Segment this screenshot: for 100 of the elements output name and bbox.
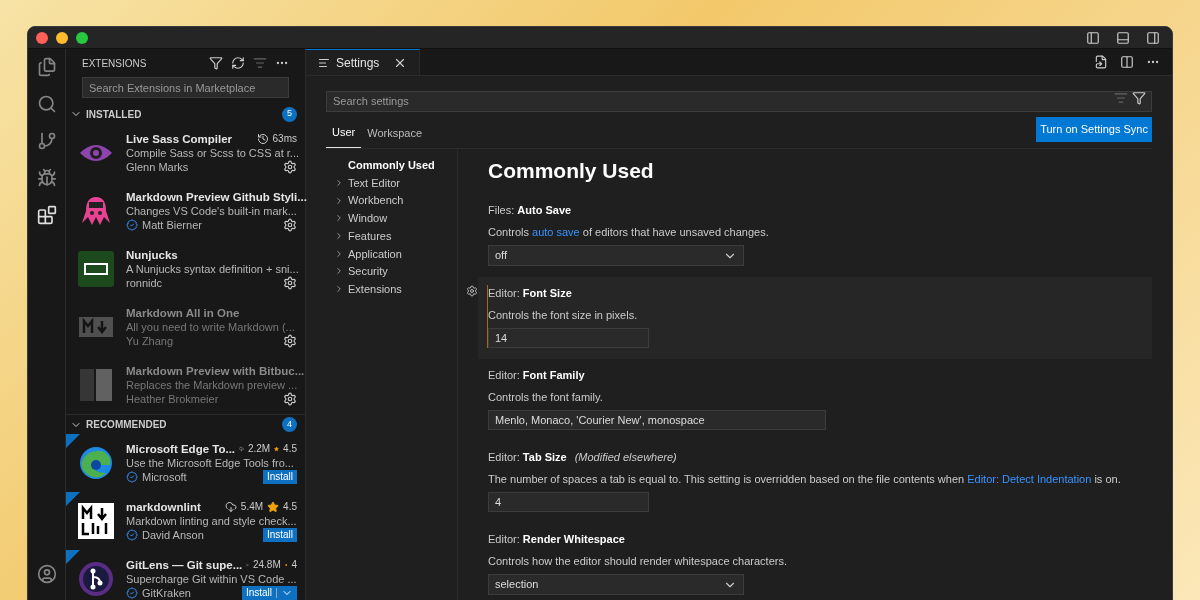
setting-link[interactable]: Editor: Detect Indentation — [967, 472, 1092, 485]
chevron-right-icon — [334, 178, 344, 189]
filter-icon[interactable] — [1132, 91, 1146, 105]
extension-name: markdownlint — [126, 500, 202, 514]
verified-badge-icon — [126, 587, 138, 599]
filter-icon[interactable] — [209, 56, 223, 70]
njk-logo-icon — [78, 251, 114, 287]
dropdown[interactable]: selection — [488, 574, 744, 595]
extension-author: David Anson — [142, 528, 205, 542]
chevron-right-icon — [334, 284, 344, 295]
text-field[interactable]: Menlo, Monaco, 'Courier New', monospace — [488, 410, 826, 430]
setting-description: Controls how the editor should render whitespace characters. — [488, 553, 788, 569]
extension-name: Markdown All in One — [126, 306, 241, 320]
section-title: INSTALLED — [86, 107, 143, 122]
install-label[interactable]: Install — [245, 586, 272, 600]
section-header[interactable]: INSTALLED 5 — [66, 104, 305, 124]
document-thumbnail-icon — [78, 367, 114, 403]
extension-name: GitLens — Git supe... — [126, 558, 243, 572]
download-count: 2.2M — [247, 442, 271, 456]
rating: 4 — [291, 558, 297, 572]
close-window-icon[interactable] — [36, 31, 48, 44]
settings-icon[interactable] — [283, 160, 297, 174]
run-debug-icon[interactable] — [36, 168, 57, 188]
setting-title: Editor: Render Whitespace — [488, 532, 625, 547]
extension-author: Matt Bierner — [142, 218, 203, 232]
chevron-right-icon — [334, 195, 344, 206]
toc-label: Security — [348, 264, 388, 280]
open-json-icon[interactable] — [1094, 55, 1108, 69]
extension-name: Microsoft Edge To... — [126, 442, 236, 456]
gitlens-logo-icon — [78, 561, 114, 597]
source-control-icon[interactable] — [36, 131, 57, 151]
activation-time: 63ms — [272, 132, 297, 146]
toc-label: Application — [348, 246, 402, 262]
settings-icon[interactable] — [283, 392, 297, 406]
toc-item[interactable]: Features — [326, 227, 457, 245]
chevron-right-icon — [334, 213, 344, 224]
account-icon[interactable] — [36, 564, 57, 584]
toc-item[interactable]: Window — [326, 209, 457, 228]
verified-badge-icon — [126, 219, 138, 231]
verified-badge-icon — [126, 471, 138, 483]
settings-file-icon — [318, 56, 330, 69]
sync-button[interactable]: Turn on Settings Sync — [1036, 117, 1152, 142]
chevron-right-icon — [334, 248, 344, 259]
toc-item[interactable]: Commonly Used — [326, 156, 457, 175]
toc-item[interactable]: Application — [326, 244, 457, 263]
count-badge: 5 — [282, 106, 297, 122]
search-field[interactable]: Search Extensions in Marketplace — [82, 77, 289, 98]
extension-description: Changes VS Code's built-in mark... — [126, 204, 297, 218]
scope-tab[interactable]: User — [326, 120, 362, 148]
toc-item[interactable]: Workbench — [326, 191, 457, 210]
install-button[interactable]: Install — [262, 528, 297, 542]
setting-link[interactable]: auto save — [532, 225, 580, 238]
extension-name: Nunjucks — [126, 248, 179, 262]
settings-icon[interactable] — [283, 276, 297, 290]
chevron-right-icon — [334, 266, 344, 277]
chevron-right-icon — [334, 231, 344, 242]
minimize-window-icon[interactable] — [56, 31, 68, 44]
toc-item[interactable]: Extensions — [326, 280, 457, 298]
clock-icon — [256, 133, 269, 145]
settings-icon[interactable] — [283, 334, 297, 348]
toc-label: Workbench — [348, 193, 404, 209]
settings-icon[interactable] — [283, 218, 297, 232]
dropdown[interactable]: off — [488, 245, 744, 266]
extension-author: Heather Brokmeier — [126, 392, 220, 406]
setting-title: Editor: Tab Size — [488, 450, 567, 465]
search-icon[interactable] — [36, 94, 57, 114]
install-split-button[interactable]: Install — [241, 586, 297, 600]
toggle-secondary-sidebar-icon[interactable] — [1146, 30, 1160, 45]
number-field[interactable]: 14 — [488, 328, 649, 348]
toc-item[interactable]: Text Editor — [326, 174, 457, 192]
settings-search-field[interactable]: Search settings — [326, 90, 1152, 112]
extension-description: Use the Microsoft Edge Tools fro... — [126, 456, 295, 470]
section-header[interactable]: RECOMMENDED 4 — [66, 414, 305, 434]
setting-description: The number of spaces a tab is equal to. This setting is overridden based on the file contents when Editor: Detect Indentation is on. — [488, 471, 1122, 487]
extension-description: Replaces the Markdown preview ... — [126, 378, 297, 392]
extension-author: ronnidc — [126, 276, 164, 290]
rating: 4.5 — [283, 500, 297, 514]
extensions-icon[interactable] — [36, 205, 57, 225]
explorer-icon[interactable] — [36, 57, 57, 77]
split-editor-icon[interactable] — [1120, 55, 1134, 69]
toc-label: Window — [348, 211, 388, 227]
extension-description: All you need to write Markdown (... — [126, 320, 296, 334]
install-button[interactable]: Install — [262, 470, 297, 484]
toc-item[interactable]: Security — [326, 262, 457, 281]
settings-tab[interactable]: Settings — [306, 49, 421, 75]
markdownlint-logo-icon — [78, 503, 114, 539]
toggle-panel-icon[interactable] — [1116, 30, 1130, 45]
extension-description: Compile Sass or Scss to CSS at r... — [126, 146, 297, 160]
refresh-icon[interactable] — [231, 56, 245, 70]
scope-tab[interactable]: Workspace — [361, 121, 429, 148]
number-field[interactable]: 4 — [488, 492, 649, 512]
setting-description: Controls auto save of editors that have unsaved changes. — [488, 224, 770, 240]
zoom-window-icon[interactable] — [76, 31, 88, 44]
setting-description: Controls the font size in pixels. — [488, 307, 639, 323]
setting-description: Controls the font family. — [488, 389, 604, 405]
extension-name: Live Sass Compiler — [126, 132, 234, 146]
edge-logo-icon — [78, 445, 114, 481]
setting-gear-icon[interactable] — [466, 285, 478, 297]
extension-author: Yu Zhang — [126, 334, 175, 348]
toggle-sidebar-icon[interactable] — [1086, 30, 1100, 45]
